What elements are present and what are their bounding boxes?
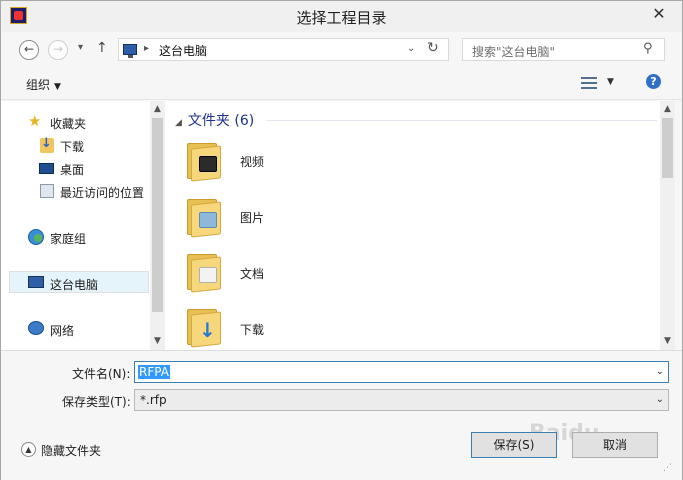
filetype-value: *.rfp <box>140 393 167 407</box>
folders-group-header[interactable]: ◢ 文件夹 (6) <box>175 110 254 130</box>
forward-button[interactable]: → <box>48 40 68 60</box>
this-pc-icon <box>123 44 137 58</box>
search-icon[interactable]: ⚲ <box>643 41 653 56</box>
scroll-thumb[interactable] <box>662 118 673 178</box>
film-icon <box>199 156 217 172</box>
star-icon: ★ <box>28 112 42 130</box>
recent-locations-button[interactable]: ▾ <box>78 42 83 53</box>
scroll-down-icon[interactable]: ▼ <box>150 336 165 346</box>
document-icon <box>199 267 217 283</box>
save-button[interactable]: 保存(S) <box>471 432 557 458</box>
pictures-folder-icon[interactable] <box>187 197 227 238</box>
collapse-up-icon: ▲ <box>21 442 36 457</box>
filename-input[interactable]: RFPA ⌄ <box>134 361 669 383</box>
homegroup-icon <box>28 229 44 245</box>
folder-label-pictures[interactable]: 图片 <box>240 209 264 226</box>
chevron-down-icon[interactable]: ⌄ <box>656 366 664 377</box>
organize-label: 组织 <box>26 78 51 92</box>
downloads-icon <box>40 136 54 153</box>
resize-grip-icon[interactable]: ⋰ <box>663 463 672 473</box>
sidebar-item-label: 桌面 <box>60 163 85 177</box>
documents-folder-icon[interactable] <box>187 252 227 293</box>
sidebar-item-recent-places[interactable]: 最近访问的位置 <box>1 180 150 202</box>
organize-menu[interactable]: 组织 ▼ <box>26 76 61 93</box>
sidebar-item-label: 下载 <box>60 140 85 154</box>
filetype-label: 保存类型(T): <box>62 395 131 409</box>
filetype-select[interactable]: *.rfp ⌄ <box>134 389 669 411</box>
window-title: 选择工程目录 <box>296 9 387 27</box>
filename-label: 文件名(N): <box>72 367 131 381</box>
breadcrumb-separator-icon[interactable]: ▸ <box>144 43 149 54</box>
chevron-down-icon: ▼ <box>54 82 61 92</box>
help-icon[interactable]: ? <box>646 74 661 89</box>
scroll-up-icon[interactable]: ▲ <box>150 104 165 114</box>
sidebar-item-label: 家庭组 <box>50 232 87 246</box>
cancel-button[interactable]: 取消 <box>572 432 658 458</box>
sidebar-item-network[interactable]: 网络 <box>1 318 150 340</box>
sidebar-item-desktop[interactable]: 桌面 <box>1 157 150 179</box>
scroll-thumb[interactable] <box>152 118 163 312</box>
scroll-down-icon[interactable]: ▼ <box>660 336 675 346</box>
search-placeholder: 搜索"这台电脑" <box>472 45 556 59</box>
sidebar-item-this-pc[interactable]: 这台电脑 <box>9 271 149 293</box>
folder-label-documents[interactable]: 文档 <box>240 265 264 282</box>
desktop-icon <box>39 163 54 174</box>
sidebar-item-label: 这台电脑 <box>50 278 99 292</box>
hide-folders-label: 隐藏文件夹 <box>41 444 102 458</box>
address-dropdown-icon[interactable]: ⌄ <box>407 43 415 54</box>
save-dialog: 选择工程目录 ✕ ← → ▾ ↑ ▸ 这台电脑 ⌄ ↻ 搜索"这台电脑" ⚲ 组… <box>0 0 683 480</box>
filename-value[interactable]: RFPA <box>138 365 170 379</box>
address-row: ← → ▾ ↑ ▸ 这台电脑 ⌄ ↻ 搜索"这台电脑" ⚲ <box>1 32 682 66</box>
videos-folder-icon[interactable] <box>187 141 227 182</box>
download-arrow-icon: ↓ <box>199 318 216 342</box>
search-input[interactable]: 搜索"这台电脑" ⚲ <box>462 38 665 61</box>
address-bar[interactable]: ▸ 这台电脑 ⌄ ↻ <box>118 38 449 61</box>
close-button[interactable]: ✕ <box>641 3 677 25</box>
refresh-icon[interactable]: ↻ <box>427 40 439 56</box>
folder-label-downloads[interactable]: 下载 <box>240 321 264 338</box>
sidebar-item-downloads[interactable]: 下载 <box>1 134 150 156</box>
folder-label-videos[interactable]: 视频 <box>240 153 264 170</box>
view-options-icon[interactable] <box>581 76 597 90</box>
scroll-up-icon[interactable]: ▲ <box>660 104 675 114</box>
picture-icon <box>199 212 217 228</box>
group-title: 文件夹 (6) <box>187 113 255 129</box>
collapse-toggle-icon[interactable]: ◢ <box>175 118 182 128</box>
sidebar-item-favorites[interactable]: ★ 收藏夹 <box>1 111 150 133</box>
up-button[interactable]: ↑ <box>96 40 108 56</box>
sidebar-item-label: 最近访问的位置 <box>60 186 145 200</box>
downloads-folder-icon[interactable]: ↓ <box>187 307 227 348</box>
breadcrumb-this-pc[interactable]: 这台电脑 <box>159 42 207 59</box>
view-dropdown-icon[interactable]: ▼ <box>607 77 614 87</box>
group-divider <box>267 120 657 121</box>
chevron-down-icon[interactable]: ⌄ <box>656 394 664 405</box>
this-pc-icon <box>28 276 44 288</box>
navigation-scrollbar[interactable]: ▲ ▼ <box>150 101 165 350</box>
title-bar: 选择工程目录 ✕ <box>1 1 682 32</box>
back-button[interactable]: ← <box>19 40 39 60</box>
sidebar-item-homegroup[interactable]: 家庭组 <box>1 226 150 248</box>
sidebar-item-label: 网络 <box>50 324 75 338</box>
sidebar-item-label: 收藏夹 <box>50 117 87 131</box>
content-scrollbar[interactable]: ▲ ▼ <box>660 101 675 350</box>
navigation-pane: ★ 收藏夹 下载 桌面 最近访问的位置 家庭组 这台电脑 网络 <box>1 101 150 350</box>
network-icon <box>28 321 44 335</box>
recent-places-icon <box>40 184 54 198</box>
command-toolbar: 组织 ▼ ▼ ? <box>1 66 682 100</box>
